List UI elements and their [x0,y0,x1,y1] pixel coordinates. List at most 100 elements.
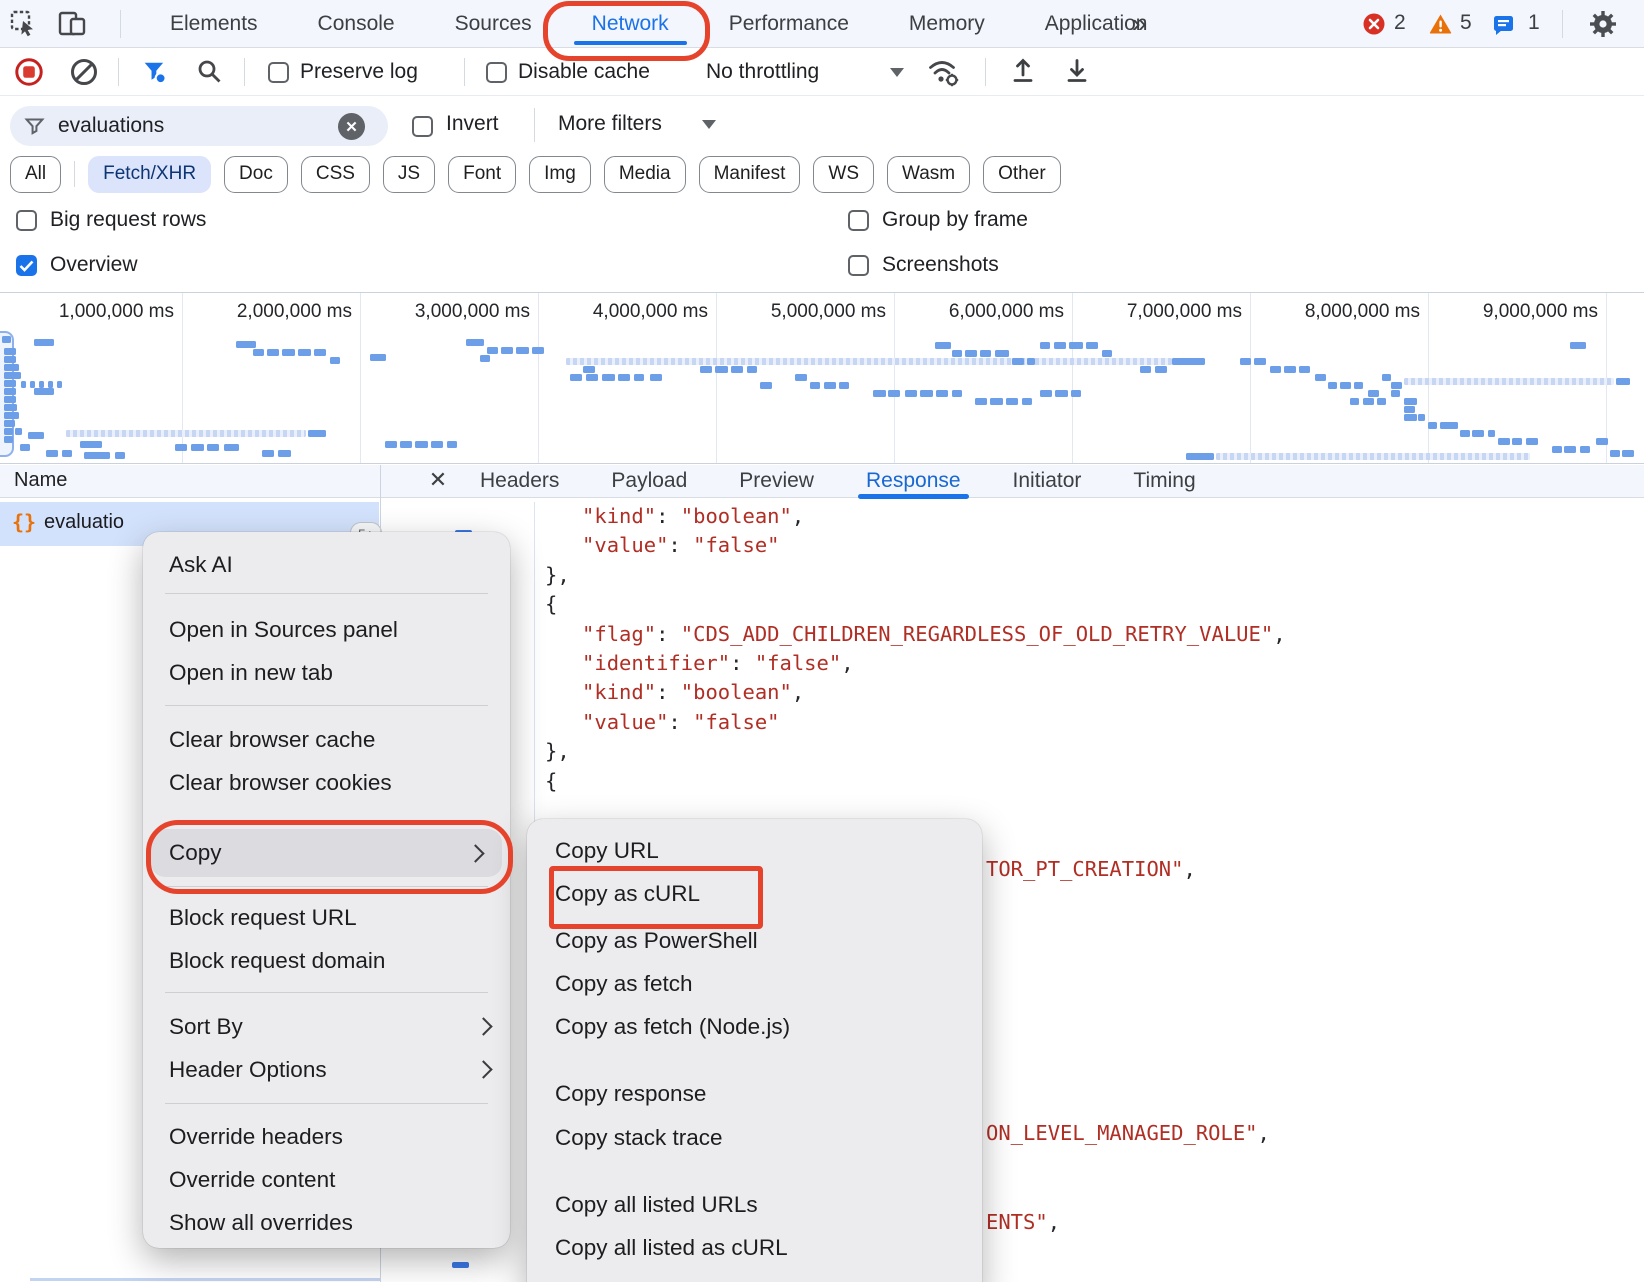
error-badge-icon[interactable] [1362,12,1386,36]
requests-panel-bottom-scrollbar[interactable] [30,1278,380,1281]
chip-media[interactable]: Media [604,156,686,193]
context-menu-item-block-request-url[interactable]: Block request URL [143,896,510,939]
close-detail-panel-icon[interactable]: ✕ [425,467,451,493]
more-filters-button[interactable]: More filters [558,112,662,136]
chip-js[interactable]: JS [383,156,435,193]
record-network-log-icon[interactable] [14,57,44,87]
group-by-frame-checkbox[interactable] [848,210,869,231]
waterfall-bar [1102,350,1112,357]
chip-img[interactable]: Img [529,156,591,193]
waterfall-bar [566,358,1172,365]
settings-gear-icon[interactable] [1588,9,1618,39]
chip-other[interactable]: Other [983,156,1061,193]
copy-submenu-item-copy-as-curl[interactable]: Copy as cURL [527,872,982,915]
detail-tab-response[interactable]: Response [866,465,961,497]
detail-tab-headers[interactable]: Headers [480,465,559,497]
inspect-element-icon[interactable] [10,10,38,38]
tab-network[interactable]: Network [562,0,699,47]
tab-elements[interactable]: Elements [140,0,288,47]
context-menu-item-clear-browser-cookies[interactable]: Clear browser cookies [143,761,510,804]
detail-tab-timing[interactable]: Timing [1133,465,1195,497]
chip-doc[interactable]: Doc [224,156,288,193]
overview-checkbox[interactable] [16,255,37,276]
tab-performance[interactable]: Performance [699,0,879,47]
throttling-select[interactable]: No throttling [706,60,819,84]
waterfall-bar [1418,414,1425,421]
context-menu-item-header-options[interactable]: Header Options [143,1048,510,1091]
disable-cache-label: Disable cache [518,60,650,84]
more-panels-icon[interactable]: » [1132,8,1146,39]
screenshots-checkbox[interactable] [848,255,869,276]
waterfall-bar [501,347,513,354]
context-menu-item-ask-ai[interactable]: Ask AI [143,543,510,586]
context-menu-item-copy[interactable]: Copy [151,829,502,877]
timeline-tick-label: 5,000,000 ms [716,301,886,323]
waterfall-bar [995,350,1009,357]
search-icon[interactable] [196,58,224,86]
copy-submenu-item-copy-stack-trace[interactable]: Copy stack trace [527,1116,982,1159]
warning-count: 5 [1460,11,1472,35]
copy-submenu-item-copy-as-powershell[interactable]: Copy as PowerShell [527,919,982,962]
export-har-icon[interactable] [1062,56,1092,86]
copy-submenu-item-copy-all-listed-as-curl[interactable]: Copy all listed as cURL [527,1226,982,1269]
chip-fetch-xhr[interactable]: Fetch/XHR [88,156,211,193]
waterfall-bar [4,356,16,363]
json-line: { [545,590,557,619]
preserve-log-label: Preserve log [300,60,418,84]
detail-tab-initiator[interactable]: Initiator [1013,465,1082,497]
filter-toggle-icon[interactable] [142,59,168,85]
copy-submenu-item-copy-as-fetch[interactable]: Copy as fetch [527,962,982,1005]
toolbar-separator [1562,10,1563,38]
waterfall-bar [236,341,256,348]
chip-ws[interactable]: WS [813,156,874,193]
disable-cache-checkbox[interactable] [486,62,507,83]
chip-font[interactable]: Font [448,156,516,193]
context-menu-item-open-in-new-tab[interactable]: Open in new tab [143,651,510,694]
context-menu-item-block-request-domain[interactable]: Block request domain [143,939,510,982]
context-menu-item-override-content[interactable]: Override content [143,1158,510,1201]
toolbar-separator [244,58,245,86]
waterfall-bar [1055,390,1068,397]
name-column-header[interactable]: Name [14,469,67,492]
copy-submenu-item-copy-url[interactable]: Copy URL [527,829,982,872]
waterfall-bar [1284,366,1296,373]
waterfall-bar [920,390,933,397]
context-menu-item-sort-by[interactable]: Sort By [143,1005,510,1048]
device-toolbar-icon[interactable] [58,10,86,38]
chip-all[interactable]: All [10,156,61,193]
detail-tab-preview[interactable]: Preview [739,465,814,497]
waterfall-bar [84,452,110,459]
tab-sources[interactable]: Sources [425,0,562,47]
issues-badge-icon[interactable] [1492,13,1516,37]
copy-submenu-item-copy-as-fetch-node-js[interactable]: Copy as fetch (Node.js) [527,1005,982,1048]
context-menu-item-open-in-sources-panel[interactable]: Open in Sources panel [143,608,510,651]
tab-memory[interactable]: Memory [879,0,1015,47]
network-conditions-icon[interactable] [928,56,962,90]
copy-submenu-item-copy-response[interactable]: Copy response [527,1072,982,1115]
clear-filter-icon[interactable]: ✕ [338,113,365,140]
fold-marker-icon[interactable] [452,1262,469,1268]
copy-submenu-item-copy-all-listed-urls[interactable]: Copy all listed URLs [527,1183,982,1226]
waterfall-bar [532,347,544,354]
context-menu-item-show-all-overrides[interactable]: Show all overrides [143,1201,510,1244]
chip-css[interactable]: CSS [301,156,370,193]
clear-network-log-icon[interactable] [69,57,99,87]
chip-manifest[interactable]: Manifest [699,156,801,193]
waterfall-bar [1040,342,1050,349]
tab-console[interactable]: Console [288,0,425,47]
invert-checkbox[interactable] [412,116,433,137]
warning-badge-icon[interactable] [1428,12,1453,36]
detail-tab-payload[interactable]: Payload [611,465,687,497]
json-line: "kind": "boolean", [545,678,804,707]
preserve-log-checkbox[interactable] [268,62,289,83]
context-menu-item-override-headers[interactable]: Override headers [143,1115,510,1158]
copy-submenu-item-copy-all-listed-as-powershell[interactable]: Copy all listed as PowerShell [527,1269,982,1282]
overview-timeline[interactable]: 1,000,000 ms2,000,000 ms3,000,000 ms4,00… [0,292,1644,464]
chip-wasm[interactable]: Wasm [887,156,970,193]
waterfall-bar [795,374,807,381]
tab-application[interactable]: Application [1015,0,1178,47]
waterfall-bar [975,398,987,405]
import-har-icon[interactable] [1008,56,1038,86]
context-menu-item-clear-browser-cache[interactable]: Clear browser cache [143,718,510,761]
big-request-rows-checkbox[interactable] [16,210,37,231]
